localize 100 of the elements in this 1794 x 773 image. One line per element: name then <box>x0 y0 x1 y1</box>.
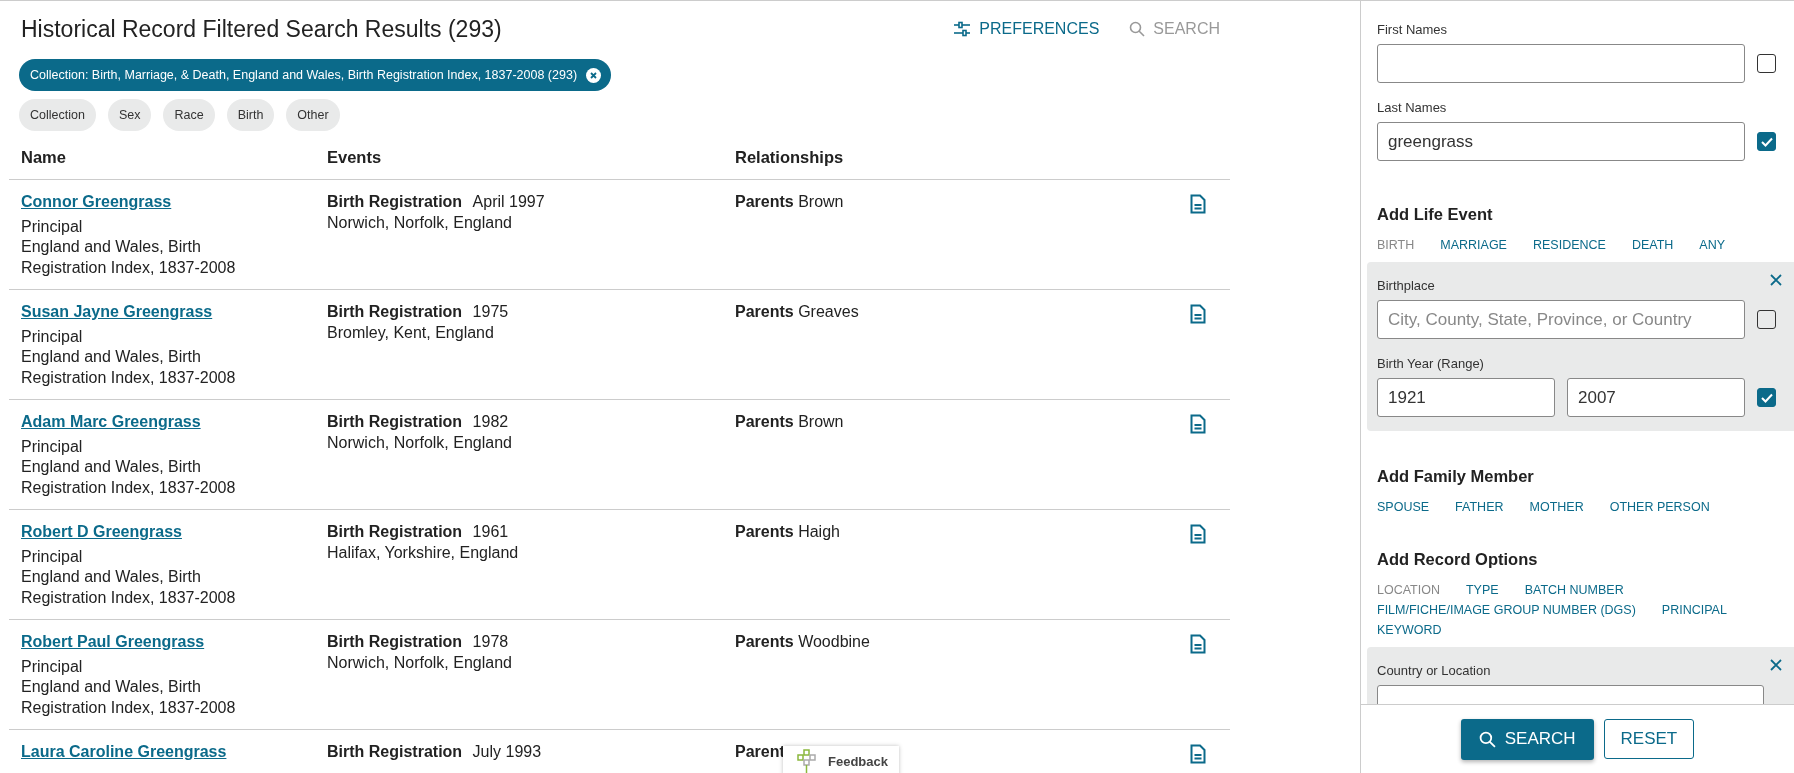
event-place: Norwich, Norfolk, England <box>327 212 513 233</box>
birthplace-input[interactable]: City, County, State, Province, or Country <box>1377 300 1745 339</box>
person-name-link[interactable]: Robert D Greengrass <box>21 522 315 543</box>
person-name-link[interactable]: Susan Jayne Greengrass <box>21 302 315 323</box>
page-title: Historical Record Filtered Search Results (293) <box>21 15 502 43</box>
collection-text: England and Wales, Birth Registration Index, 1837-2008 <box>21 237 237 278</box>
event-place: Norwich, Norfolk, England <box>327 652 513 673</box>
person-name-link[interactable]: Robert Paul Greengrass <box>21 632 315 653</box>
role-text: Principal <box>21 436 84 457</box>
document-icon[interactable] <box>1190 304 1206 324</box>
record-option[interactable]: FILM/FICHE/IMAGE GROUP NUMBER (DGS) <box>1377 603 1636 617</box>
family-member-option[interactable]: SPOUSE <box>1377 500 1430 514</box>
document-icon[interactable] <box>1190 194 1206 214</box>
life-event-option[interactable]: RESIDENCE <box>1532 238 1606 252</box>
filter-chip[interactable]: Other <box>286 99 340 131</box>
document-icon[interactable] <box>1190 414 1206 434</box>
life-event-option[interactable]: MARRIAGE <box>1440 238 1507 252</box>
filter-chip[interactable]: Sex <box>107 99 152 131</box>
exact-checkbox[interactable] <box>1757 310 1776 329</box>
event-date: 1982 <box>472 413 509 430</box>
record-option[interactable]: BATCH NUMBER <box>1524 583 1624 597</box>
close-icon[interactable] <box>1770 274 1782 286</box>
section-heading: Add Life Event <box>1377 205 1494 224</box>
name-input[interactable] <box>1377 44 1745 83</box>
search-submit-button[interactable]: SEARCH <box>1460 718 1594 760</box>
reset-button[interactable]: RESET <box>1603 719 1695 759</box>
collection-text: England and Wales, Birth Registration Index, 1837-2008 <box>21 347 237 388</box>
document-icon[interactable] <box>1190 634 1206 654</box>
exact-checkbox[interactable] <box>1757 388 1776 407</box>
column-header: Events <box>326 147 383 167</box>
event-place: Norwich, Norfolk, England <box>327 432 513 453</box>
person-name-link[interactable]: Adam Marc Greengrass <box>21 412 315 433</box>
collection-text: England and Wales, Birth Registration Index, 1837-2008 <box>21 677 237 718</box>
section-heading: Add Family Member <box>1377 467 1535 486</box>
event-type: Birth Registration <box>327 303 463 320</box>
tree-icon <box>795 749 819 773</box>
filter-chip-label: Collection: Birth, Marriage, & Death, England and Wales, Birth Registration Index, 1837-2008 (293) <box>30 68 578 82</box>
remove-icon[interactable] <box>586 67 602 83</box>
person-name-link[interactable]: Connor Greengrass <box>21 192 315 213</box>
relation-label: Parents <box>735 303 794 320</box>
relation-name: Haigh <box>798 523 840 540</box>
sliders-icon <box>953 21 972 37</box>
event-date: 1978 <box>472 633 509 650</box>
check-icon <box>1759 135 1774 148</box>
year-from-input[interactable]: 1921 <box>1377 378 1555 417</box>
event-date: April 1997 <box>472 193 545 210</box>
role-text: Principal <box>21 656 84 677</box>
exact-checkbox[interactable] <box>1757 132 1776 151</box>
search-icon <box>1129 21 1146 37</box>
event-date: 1975 <box>472 303 509 320</box>
event-place: Halifax, Yorkshire, England <box>327 542 520 563</box>
relation-label: Parents <box>735 633 794 650</box>
field-label: Last Names <box>1377 100 1447 115</box>
relation-name: Greaves <box>798 303 859 320</box>
section-heading: Add Record Options <box>1377 550 1539 569</box>
field-label: First Names <box>1377 22 1448 37</box>
feedback-tab[interactable]: Feedback <box>783 746 899 773</box>
record-option[interactable]: PRINCIPAL <box>1661 603 1727 617</box>
life-event-option[interactable]: ANY <box>1699 238 1726 252</box>
role-text: Principal <box>21 216 84 237</box>
relation-label: Parents <box>735 413 794 430</box>
name-input[interactable]: greengrass <box>1377 122 1745 161</box>
document-icon[interactable] <box>1190 524 1206 544</box>
field-label: Birth Year (Range) <box>1377 356 1484 371</box>
family-member-option[interactable]: OTHER PERSON <box>1609 500 1710 514</box>
family-member-option[interactable]: FATHER <box>1455 500 1504 514</box>
filter-chip[interactable]: Birth <box>226 99 275 131</box>
role-text: Principal <box>21 546 84 567</box>
search-icon <box>1478 730 1496 748</box>
life-event-option[interactable]: DEATH <box>1631 238 1674 252</box>
event-type: Birth Registration <box>327 193 463 210</box>
relation-label: Parents <box>735 523 794 540</box>
collection-text: England and Wales, Birth Registration Index, 1837-2008 <box>21 567 237 608</box>
column-header: Name <box>20 147 67 167</box>
check-icon <box>1759 391 1774 404</box>
relation-name: Brown <box>798 193 844 210</box>
preferences-button[interactable]: PREFERENCES <box>953 20 1100 38</box>
column-header: Relationships <box>734 147 845 167</box>
family-member-option[interactable]: MOTHER <box>1529 500 1584 514</box>
collection-filter-chip[interactable]: Collection: Birth, Marriage, & Death, England and Wales, Birth Registration Index, 1837-2008 (293) <box>19 59 612 91</box>
event-type: Birth Registration <box>327 633 463 650</box>
field-label: Country or Location <box>1377 663 1491 678</box>
record-option[interactable]: KEYWORD <box>1377 623 1442 637</box>
record-option[interactable]: TYPE <box>1466 583 1499 597</box>
close-icon[interactable] <box>1770 659 1782 671</box>
relation-label: Parents <box>735 193 794 210</box>
relation-name: Woodbine <box>798 633 870 650</box>
filter-chip[interactable]: Race <box>163 99 215 131</box>
event-date: July 1993 <box>472 743 542 760</box>
year-to-input[interactable]: 2007 <box>1567 378 1745 417</box>
document-icon[interactable] <box>1190 744 1206 764</box>
filter-chip[interactable]: Collection <box>19 99 96 131</box>
relation-label: Parent <box>735 743 785 760</box>
relation-name: Brown <box>798 413 844 430</box>
role-text: Principal <box>21 326 84 347</box>
feedback-label: Feedback <box>828 753 888 769</box>
exact-checkbox[interactable] <box>1757 54 1776 73</box>
person-name-link[interactable]: Laura Caroline Greengrass <box>21 742 315 763</box>
field-label: Birthplace <box>1377 278 1435 293</box>
event-type: Birth Registration <box>327 743 463 760</box>
